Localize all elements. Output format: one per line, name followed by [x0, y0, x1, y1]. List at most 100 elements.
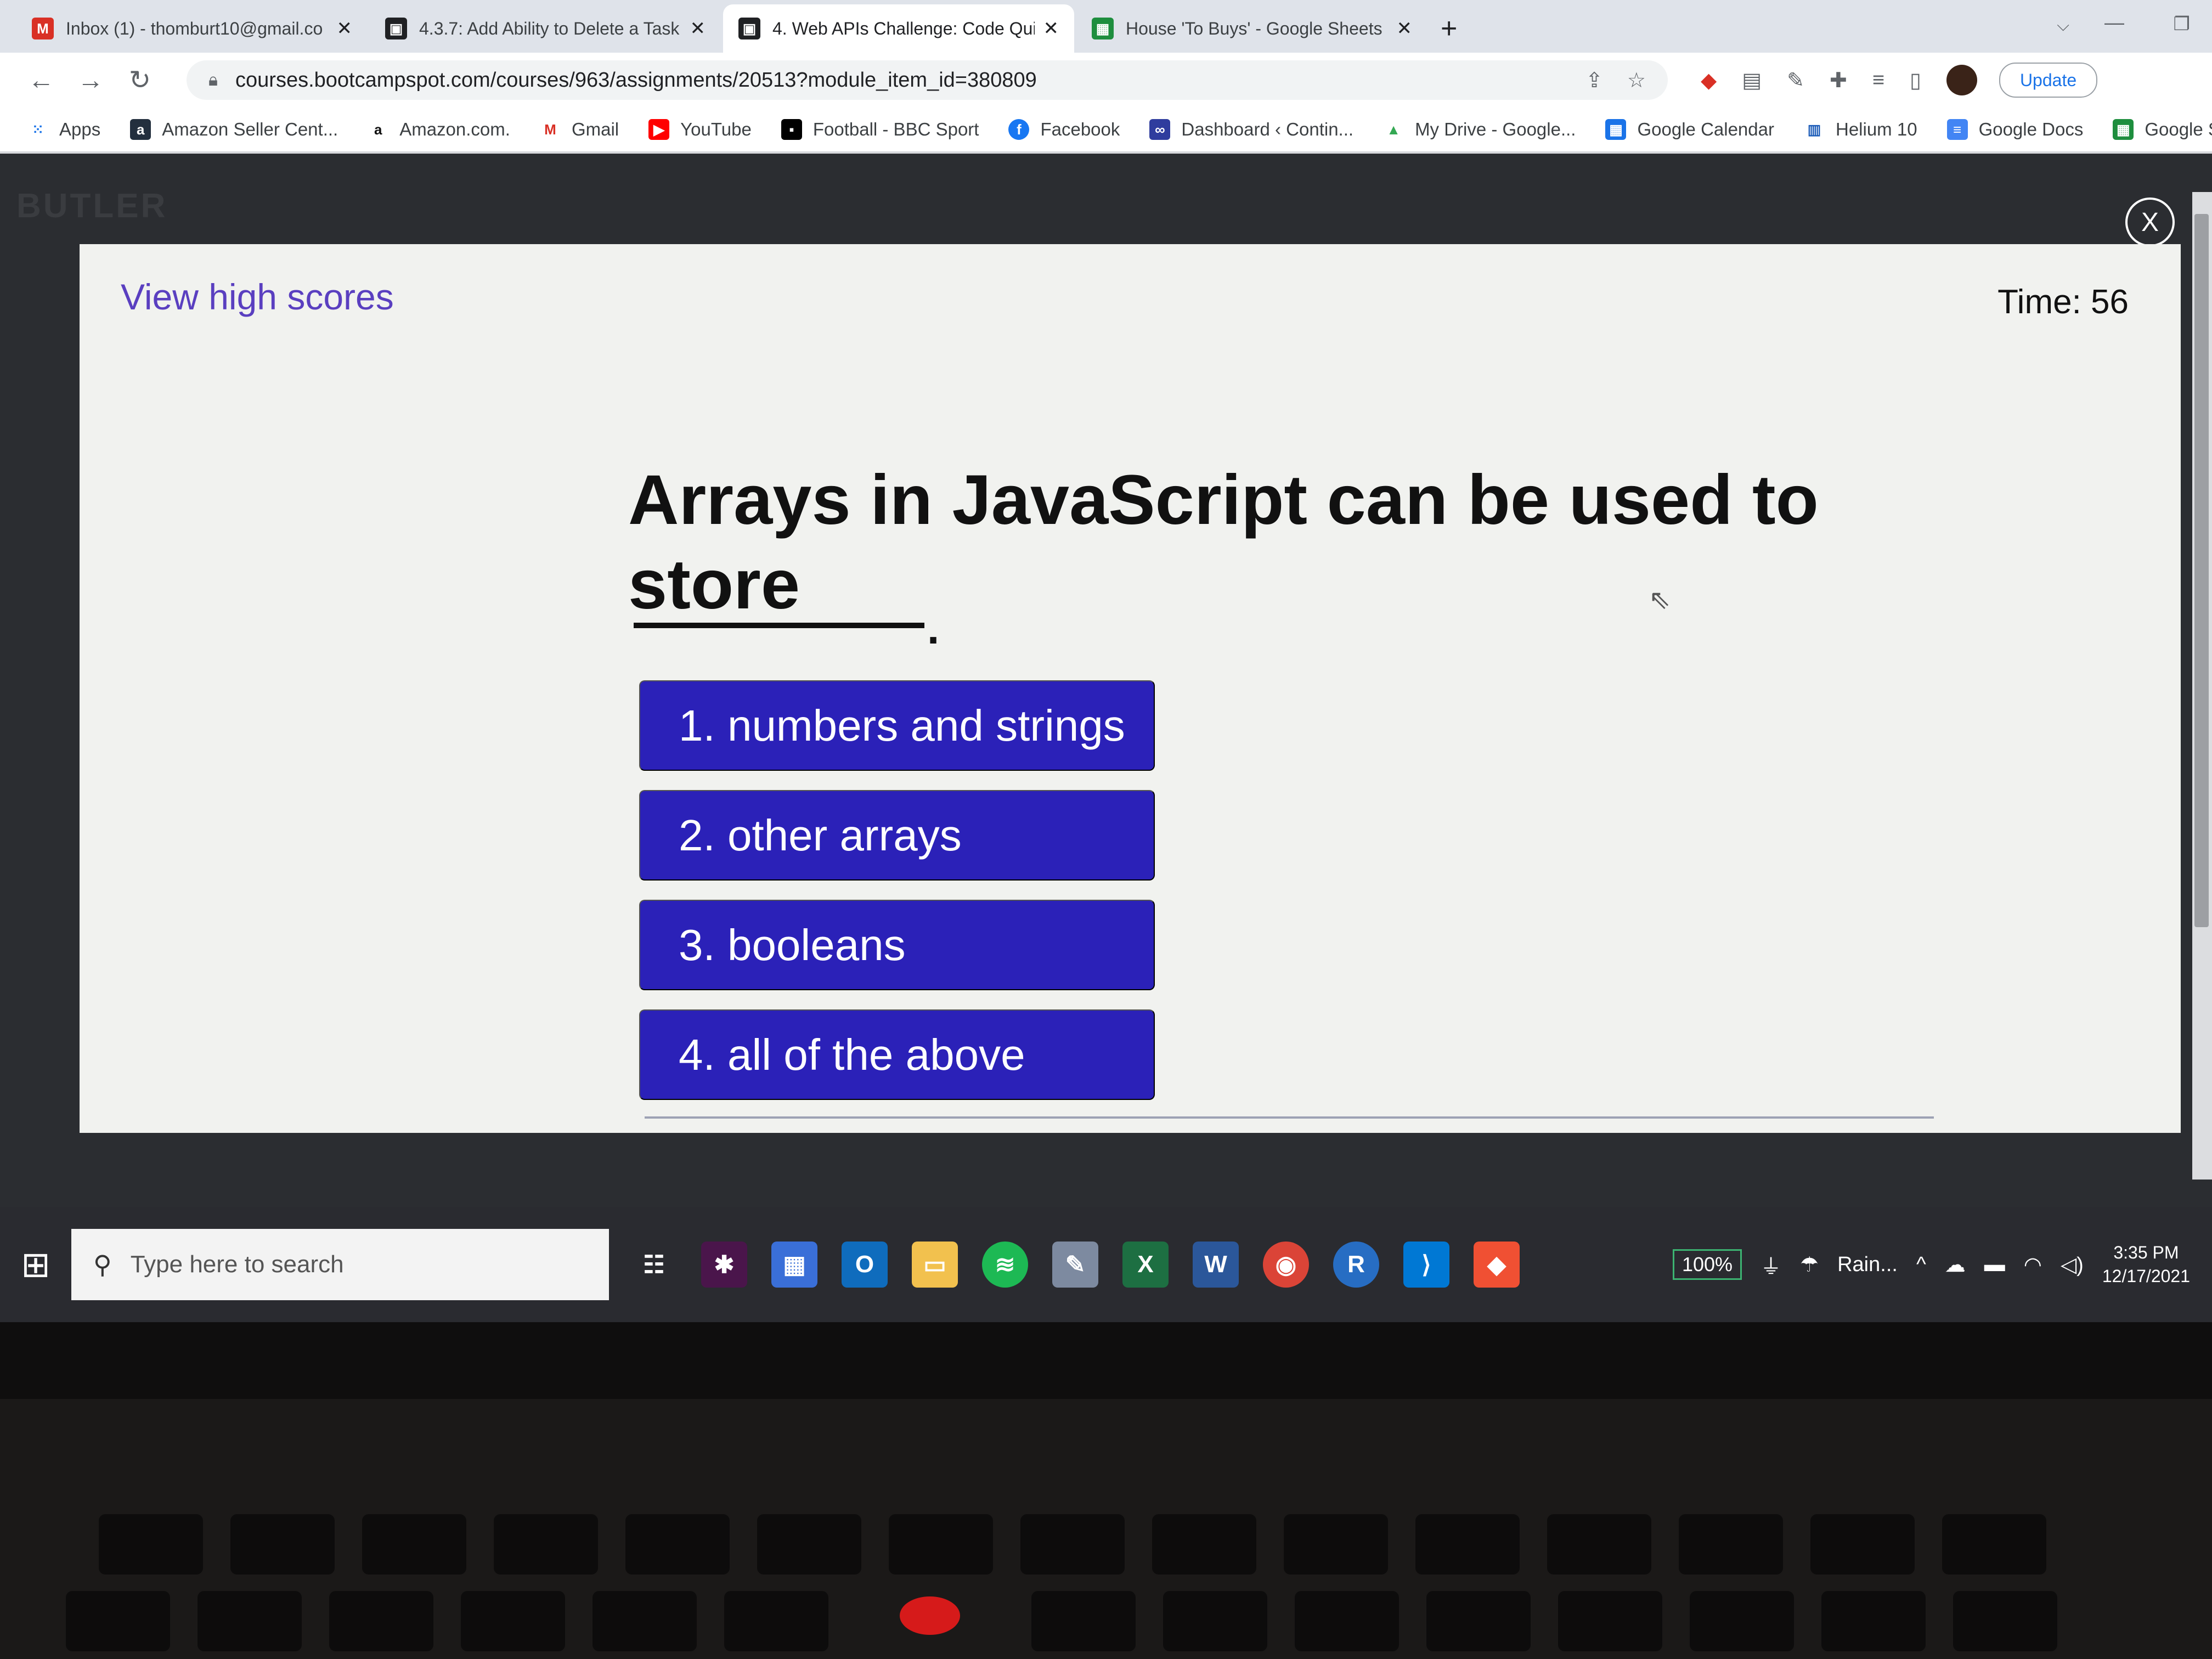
choice-button-3[interactable]: 3. booleans — [639, 900, 1155, 990]
tab-title: 4.3.7: Add Ability to Delete a Task — [419, 18, 680, 38]
bookmark-gmail[interactable]: M Gmail — [540, 119, 619, 140]
tab-title: 4. Web APIs Challenge: Code Qui — [772, 18, 1035, 38]
bookmark-amazon-seller[interactable]: a Amazon Seller Cent... — [130, 119, 338, 140]
word-icon[interactable]: W — [1193, 1242, 1239, 1288]
keyboard-icon[interactable]: ▬ — [1984, 1253, 2005, 1277]
choice-button-4[interactable]: 4. all of the above — [639, 1009, 1155, 1100]
close-tab-icon[interactable]: ✕ — [1043, 18, 1059, 40]
restore-window-icon[interactable]: ❐ — [2174, 13, 2190, 35]
keyboard-key — [592, 1591, 697, 1651]
bookmark-bbc-sport[interactable]: ▪ Football - BBC Sport — [781, 119, 979, 140]
excel-icon[interactable]: X — [1122, 1242, 1169, 1288]
tab-gmail-inbox[interactable]: M Inbox (1) - thomburt10@gmail.co ✕ — [16, 4, 368, 53]
chevron-up-icon[interactable]: ^ — [1916, 1253, 1926, 1277]
bookmark-label: My Drive - Google... — [1415, 119, 1576, 139]
choice-button-1[interactable]: 1. numbers and strings — [639, 680, 1155, 771]
system-tray: 100% ⏚ ☂ Rain... ^ ☁ ▬ ◠ ◁) 3:35 PM 12/1… — [1672, 1241, 2212, 1288]
back-arrow-icon[interactable]: ← — [16, 65, 66, 95]
keyboard-key — [1810, 1514, 1915, 1575]
extension-icon[interactable]: ◆ — [1701, 68, 1717, 93]
task-view-icon[interactable]: ☷ — [631, 1242, 677, 1288]
outlook-icon[interactable]: O — [842, 1242, 888, 1288]
bookmark-amazon[interactable]: a Amazon.com. — [368, 119, 510, 140]
weather-text[interactable]: Rain... — [1837, 1253, 1898, 1277]
bookmark-facebook[interactable]: f Facebook — [1008, 119, 1120, 140]
close-tab-icon[interactable]: ✕ — [1397, 18, 1413, 40]
view-high-scores-link[interactable]: View high scores — [121, 276, 394, 318]
sheets-icon: ▦ — [2113, 119, 2134, 140]
close-tab-icon[interactable]: ✕ — [690, 18, 706, 40]
bookmark-label: Google Docs — [1978, 119, 2084, 139]
lms-logo: BUTLER — [16, 187, 168, 225]
keyboard-key — [724, 1591, 828, 1651]
scrollbar-thumb[interactable] — [2194, 214, 2209, 927]
new-tab-button[interactable]: + — [1441, 4, 1457, 53]
battery-indicator[interactable]: 100% — [1672, 1249, 1742, 1280]
file-explorer-icon[interactable]: ▭ — [912, 1242, 958, 1288]
bookmark-label: YouTube — [680, 119, 752, 139]
address-bar[interactable]: 🔒︎ courses.bootcampspot.com/courses/963/… — [187, 60, 1668, 100]
choice-button-2[interactable]: 2. other arrays — [639, 790, 1155, 881]
onedrive-icon[interactable]: ☁ — [1945, 1252, 1966, 1277]
git-icon[interactable]: ◆ — [1474, 1242, 1520, 1288]
taskbar-clock[interactable]: 3:35 PM 12/17/2021 — [2102, 1241, 2190, 1288]
bookmark-google-drive[interactable]: ▲ My Drive - Google... — [1383, 119, 1576, 140]
bookmark-label: Dashboard ‹ Contin... — [1181, 119, 1354, 139]
tab-search-icon[interactable]: ⌵ — [2057, 16, 2069, 35]
answer-blank-line — [634, 623, 924, 628]
keyboard-key — [1821, 1591, 1926, 1651]
keyboard-key — [1426, 1591, 1531, 1651]
share-icon[interactable]: ⇪ — [1585, 68, 1603, 93]
docs-icon: ≡ — [1946, 119, 1968, 140]
profile-avatar[interactable] — [1946, 65, 1977, 95]
bookmark-apps[interactable]: ⁙ Apps — [27, 119, 100, 140]
bookmark-star-icon[interactable]: ☆ — [1627, 68, 1646, 93]
puzzle-extensions-icon[interactable]: ✚ — [1830, 68, 1847, 93]
keyboard-key — [1295, 1591, 1399, 1651]
amazon-icon: a — [130, 119, 151, 140]
bookmark-dashboard[interactable]: ∞ Dashboard ‹ Contin... — [1149, 119, 1353, 140]
lock-icon[interactable]: 🔒︎ — [208, 70, 218, 91]
taskbar-search-input[interactable]: ⚲ Type here to search — [71, 1229, 609, 1300]
extension-icon[interactable]: ✎ — [1787, 68, 1804, 93]
vscode-icon[interactable]: ⟩ — [1403, 1242, 1449, 1288]
close-tab-icon[interactable]: ✕ — [337, 18, 353, 40]
chrome-icon[interactable]: ◉ — [1263, 1242, 1309, 1288]
keyboard-key — [1690, 1591, 1794, 1651]
extension-icon[interactable]: ▤ — [1742, 68, 1762, 93]
tab-house-to-buys-sheet[interactable]: ▦ House 'To Buys' - Google Sheets ✕ — [1076, 4, 1427, 53]
paint-icon[interactable]: ✎ — [1052, 1242, 1098, 1288]
taskbar-apps: ☷ ✱ ▦ O ▭ ≋ ✎ X W ◉ R ⟩ ◆ — [631, 1242, 1520, 1288]
forward-arrow-icon[interactable]: → — [66, 65, 115, 95]
update-button[interactable]: Update — [1999, 63, 2098, 98]
reading-list-icon[interactable]: ≡ — [1872, 69, 1884, 92]
gmail-icon: M — [544, 121, 556, 138]
bookmark-youtube[interactable]: ▶ YouTube — [648, 119, 752, 140]
tab-add-ability-delete-task[interactable]: ▣ 4.3.7: Add Ability to Delete a Task ✕ — [370, 4, 721, 53]
windows-taskbar: ⊞ ⚲ Type here to search ☷ ✱ ▦ O ▭ ≋ ✎ X … — [0, 1207, 2212, 1322]
spotify-icon[interactable]: ≋ — [982, 1242, 1028, 1288]
wifi-icon[interactable]: ◠ — [2024, 1252, 2042, 1277]
keyboard-key — [198, 1591, 302, 1651]
slack-icon[interactable]: ✱ — [701, 1242, 747, 1288]
bookmark-helium-10[interactable]: ▥ Helium 10 — [1804, 119, 1917, 140]
side-panel-icon[interactable]: ▯ — [1910, 68, 1921, 93]
minimize-icon[interactable]: — — [2104, 11, 2124, 34]
bookmark-label: Google Sheets — [2145, 119, 2212, 139]
windows-start-icon[interactable]: ⊞ — [0, 1244, 71, 1285]
bookmark-google-sheets[interactable]: ▦ Google Sheets — [2113, 119, 2212, 140]
keyboard-key — [1163, 1591, 1267, 1651]
r-icon[interactable]: R — [1333, 1242, 1379, 1288]
calculator-icon[interactable]: ▦ — [771, 1242, 817, 1288]
keyboard-key — [461, 1591, 565, 1651]
tab-web-apis-challenge[interactable]: ▣ 4. Web APIs Challenge: Code Qui ✕ — [723, 4, 1074, 53]
reload-icon[interactable]: ↻ — [115, 65, 165, 95]
keyboard-key — [230, 1514, 335, 1575]
url-text[interactable]: courses.bootcampspot.com/courses/963/ass… — [235, 69, 1037, 92]
volume-icon[interactable]: ◁) — [2061, 1252, 2084, 1277]
close-modal-button[interactable]: X — [2125, 198, 2175, 247]
clock-time: 3:35 PM — [2113, 1242, 2179, 1262]
bookmark-google-calendar[interactable]: ▦ Google Calendar — [1605, 119, 1774, 140]
bookmark-google-docs[interactable]: ≡ Google Docs — [1946, 119, 2084, 140]
screen-bezel — [0, 1322, 2212, 1399]
